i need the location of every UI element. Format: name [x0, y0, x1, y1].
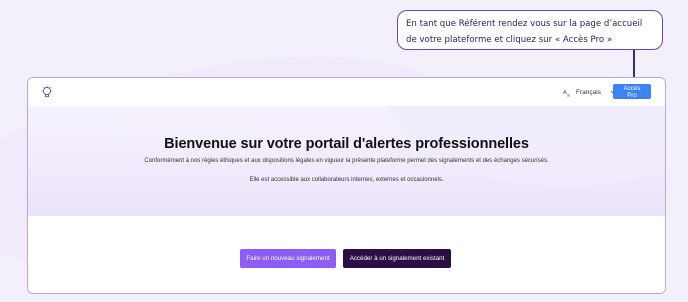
language-selector[interactable]: A a Français: [563, 86, 617, 98]
new-report-button[interactable]: Faire un nouveau signalement: [240, 249, 336, 268]
acces-pro-button[interactable]: Accès Pro: [613, 84, 651, 99]
existing-report-button[interactable]: Accéder à un signalement existant: [343, 249, 451, 268]
language-label: Français: [576, 88, 601, 96]
hero-section: Bienvenue sur votre portail d'alertes pr…: [28, 106, 665, 216]
hero-subtitle: Conformément à nos règles éthiques et au…: [144, 158, 549, 164]
app-window: A a Français Accès Pro Bienvenue sur vot…: [27, 77, 666, 294]
svg-text:a: a: [567, 93, 570, 97]
app-header: A a Français Accès Pro: [28, 78, 665, 106]
hero-access-text: Elle est accessible aux collaborateurs i…: [249, 177, 444, 183]
callout-line-2: de votre plateforme et cliquez sur « Acc…: [406, 35, 613, 45]
instruction-callout: En tant que Référent rendez vous sur la …: [397, 10, 663, 50]
lightbulb-icon[interactable]: [40, 85, 54, 99]
page-title: Bienvenue sur votre portail d'alertes pr…: [164, 136, 529, 152]
actions-section: Faire un nouveau signalement Accéder à u…: [28, 216, 665, 293]
callout-line-1: En tant que Référent rendez vous sur la …: [406, 19, 643, 29]
translate-icon: A a: [563, 88, 572, 97]
